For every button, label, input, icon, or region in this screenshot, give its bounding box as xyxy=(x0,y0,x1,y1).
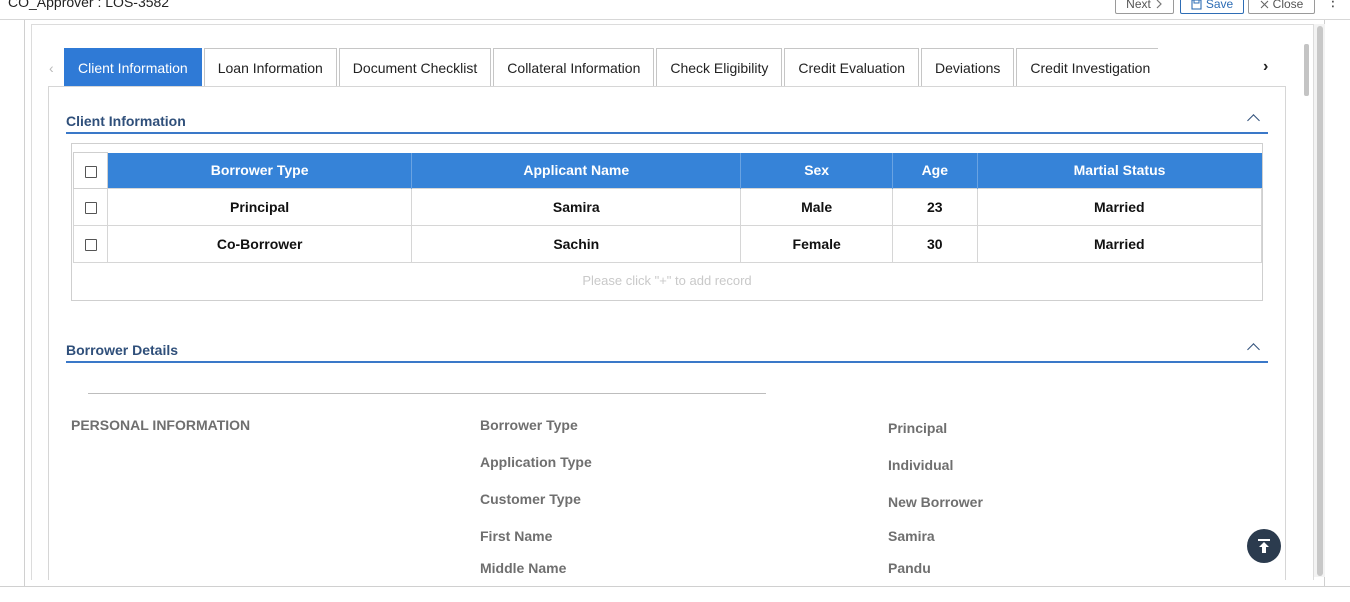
middle-name-label: Middle Name xyxy=(480,560,567,576)
first-name-value: Samira xyxy=(888,528,935,544)
inner-scrollbar-thumb[interactable] xyxy=(1304,44,1309,96)
middle-name-value: Pandu xyxy=(888,560,931,576)
table-cell: Principal xyxy=(106,188,413,226)
table-cell: Male xyxy=(740,188,894,226)
save-button[interactable]: Save xyxy=(1180,0,1244,14)
chevron-right-icon xyxy=(1156,0,1162,9)
row-select-cell xyxy=(73,188,108,226)
tab-credit-investigation[interactable]: Credit Investigation xyxy=(1016,48,1159,86)
next-button[interactable]: Next xyxy=(1115,0,1174,14)
column-header[interactable]: Applicant Name xyxy=(411,152,742,189)
tab-client-information[interactable]: Client Information xyxy=(64,48,202,86)
table-cell: Married xyxy=(976,188,1263,226)
bottom-divider xyxy=(0,586,1350,587)
tab-deviations[interactable]: Deviations xyxy=(921,48,1015,86)
borrower-details-header[interactable]: Borrower Details xyxy=(66,342,1268,363)
borrower-type-value: Principal xyxy=(888,420,948,436)
tab-credit-evaluation[interactable]: Credit Evaluation xyxy=(784,48,920,86)
arrow-up-to-top-icon xyxy=(1258,539,1270,553)
column-header[interactable]: Martial Status xyxy=(977,152,1262,189)
column-header[interactable]: Borrower Type xyxy=(107,152,413,189)
column-header[interactable]: Age xyxy=(892,152,978,189)
next-button-label: Next xyxy=(1126,0,1151,11)
section-title: Borrower Details xyxy=(66,342,179,358)
close-icon xyxy=(1260,0,1269,8)
application-type-label: Application Type xyxy=(480,454,592,470)
table-cell: Samira xyxy=(411,188,742,226)
close-button[interactable]: Close xyxy=(1248,0,1315,14)
tab-collateral-information[interactable]: Collateral Information xyxy=(493,48,655,86)
chevron-up-icon[interactable] xyxy=(1247,343,1260,356)
table-header-row: Borrower Type Applicant Name Sex Age Mar… xyxy=(73,152,1262,189)
page-title: CO_Approver : LOS-3582 xyxy=(8,0,170,10)
close-button-label: Close xyxy=(1272,0,1304,11)
add-record-hint: Please click "+" to add record xyxy=(582,273,752,288)
table-cell: 23 xyxy=(892,188,978,226)
top-bar: CO_Approver : LOS-3582 Next Save Close ⋮ xyxy=(0,0,1350,20)
client-information-header[interactable]: Client Information xyxy=(66,113,1268,134)
section-title: Client Information xyxy=(66,113,186,129)
application-type-value: Individual xyxy=(888,457,954,473)
more-vertical-icon[interactable]: ⋮ xyxy=(1326,0,1340,8)
table-cell: Sachin xyxy=(411,225,742,263)
table-row[interactable]: Principal Samira Male 23 Married xyxy=(73,188,1263,226)
table-cell: Co-Borrower xyxy=(106,225,413,263)
row-select-cell xyxy=(73,225,108,263)
personal-information-label: PERSONAL INFORMATION xyxy=(71,417,251,433)
table-cell: 30 xyxy=(892,225,978,263)
client-table: Borrower Type Applicant Name Sex Age Mar… xyxy=(73,152,1263,263)
save-button-label: Save xyxy=(1205,0,1234,11)
column-header[interactable]: Sex xyxy=(740,152,894,189)
save-icon xyxy=(1191,0,1202,10)
tab-loan-information[interactable]: Loan Information xyxy=(203,48,337,86)
app-window: CO_Approver : LOS-3582 Next Save Close ⋮… xyxy=(0,0,1350,602)
select-all-checkbox[interactable] xyxy=(84,165,97,178)
tab-check-eligibility[interactable]: Check Eligibility xyxy=(656,48,783,86)
tab-bar: Client Information Loan Information Docu… xyxy=(64,48,1160,86)
scrollbar-thumb[interactable] xyxy=(1317,26,1323,576)
table-cell: Female xyxy=(740,225,894,263)
tab-scroll-right-icon[interactable]: › xyxy=(1263,58,1268,76)
tab-scroll-left-icon[interactable]: ‹ xyxy=(49,60,54,76)
first-name-label: First Name xyxy=(480,528,553,544)
table-row[interactable]: Co-Borrower Sachin Female 30 Married xyxy=(73,225,1263,263)
row-checkbox[interactable] xyxy=(84,239,97,252)
borrower-type-label: Borrower Type xyxy=(480,417,578,433)
chevron-up-icon[interactable] xyxy=(1247,114,1260,127)
customer-type-label: Customer Type xyxy=(480,491,581,507)
select-all-cell xyxy=(73,152,108,189)
customer-type-value: New Borrower xyxy=(888,494,983,510)
tab-document-checklist[interactable]: Document Checklist xyxy=(338,48,492,86)
table-cell: Married xyxy=(976,225,1263,263)
row-checkbox[interactable] xyxy=(84,202,97,215)
details-divider xyxy=(88,393,766,394)
back-to-top-button[interactable] xyxy=(1247,529,1281,563)
